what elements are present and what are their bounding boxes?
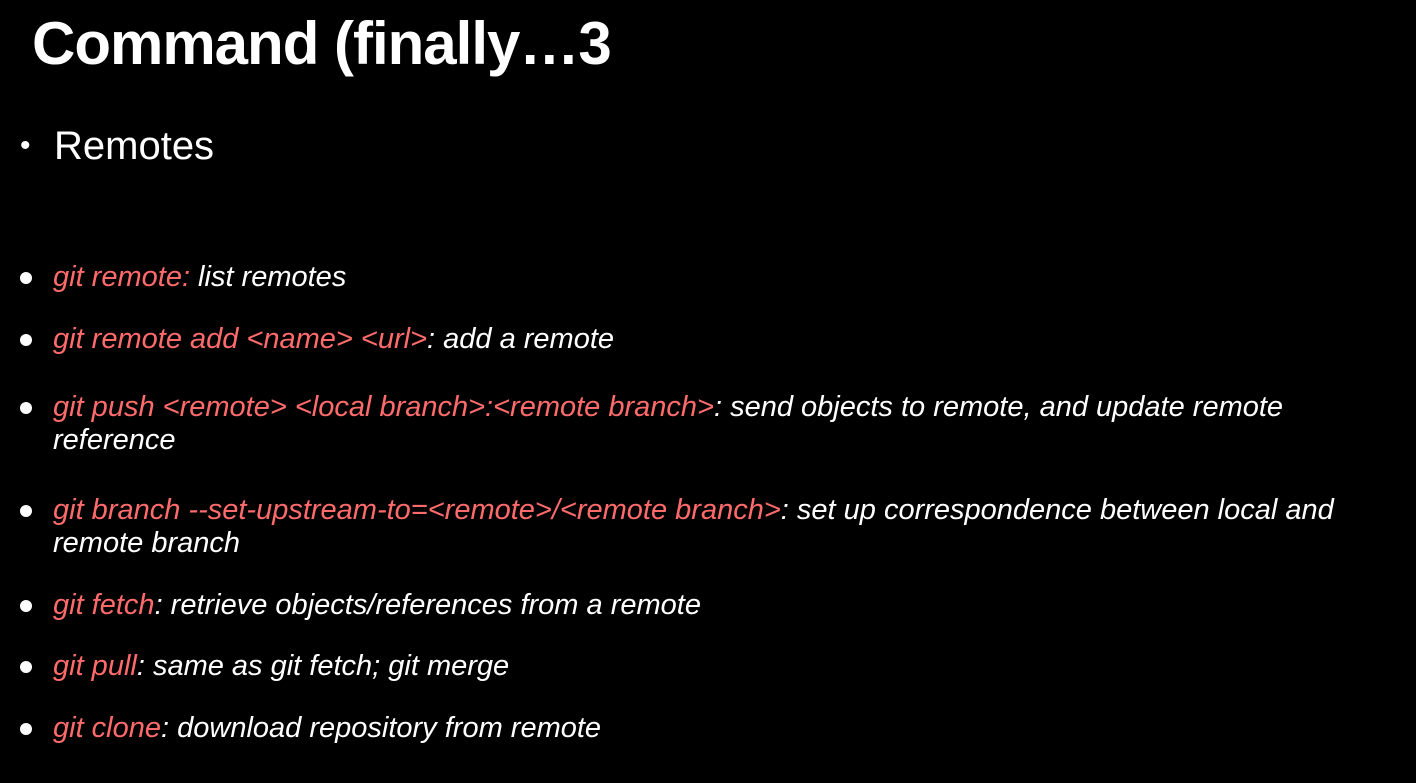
slide: Command (finally…3 • Remotes git remote: …	[0, 0, 1416, 783]
bullet-dot	[20, 661, 32, 673]
section-label: Remotes	[54, 124, 215, 168]
section-heading: • Remotes	[20, 120, 214, 172]
command-text: git clone	[53, 712, 162, 744]
command-description: : add a remote	[427, 323, 615, 355]
bullet-dot	[20, 334, 32, 346]
section-bullet: •	[20, 129, 31, 162]
list-item: git remote: list remotes	[20, 261, 1400, 294]
slide-title: Command (finally…3	[32, 10, 612, 77]
command-description: list remotes	[190, 261, 347, 293]
command-text: git remote add <name> <url>	[53, 323, 428, 355]
bullet-dot	[20, 723, 32, 735]
list-item: git fetch: retrieve objects/references f…	[20, 589, 1400, 622]
command-text: git branch --set-upstream-to=<remote>/<r…	[53, 494, 781, 526]
list-item: git pull: same as git fetch; git merge	[20, 650, 1400, 683]
bullet-dot	[20, 402, 32, 414]
list-item: git remote add <name> <url>: add a remot…	[20, 323, 1400, 356]
command-description: : same as git fetch; git merge	[136, 650, 510, 682]
bullet-dot	[20, 272, 32, 284]
command-text: git remote:	[53, 261, 190, 293]
bullet-dot	[20, 600, 32, 612]
list-item: git clone: download repository from remo…	[20, 712, 1400, 745]
list-item: git push <remote> <local branch>:<remote…	[20, 391, 1400, 457]
list-item: git branch --set-upstream-to=<remote>/<r…	[20, 494, 1400, 560]
command-description: : download repository from remote	[161, 712, 602, 744]
command-text: git fetch	[53, 589, 155, 621]
command-text: git pull	[53, 650, 137, 682]
command-description: : retrieve objects/references from a rem…	[154, 589, 701, 621]
command-text: git push <remote> <local branch>:<remote…	[53, 391, 714, 423]
bullet-dot	[20, 505, 32, 517]
